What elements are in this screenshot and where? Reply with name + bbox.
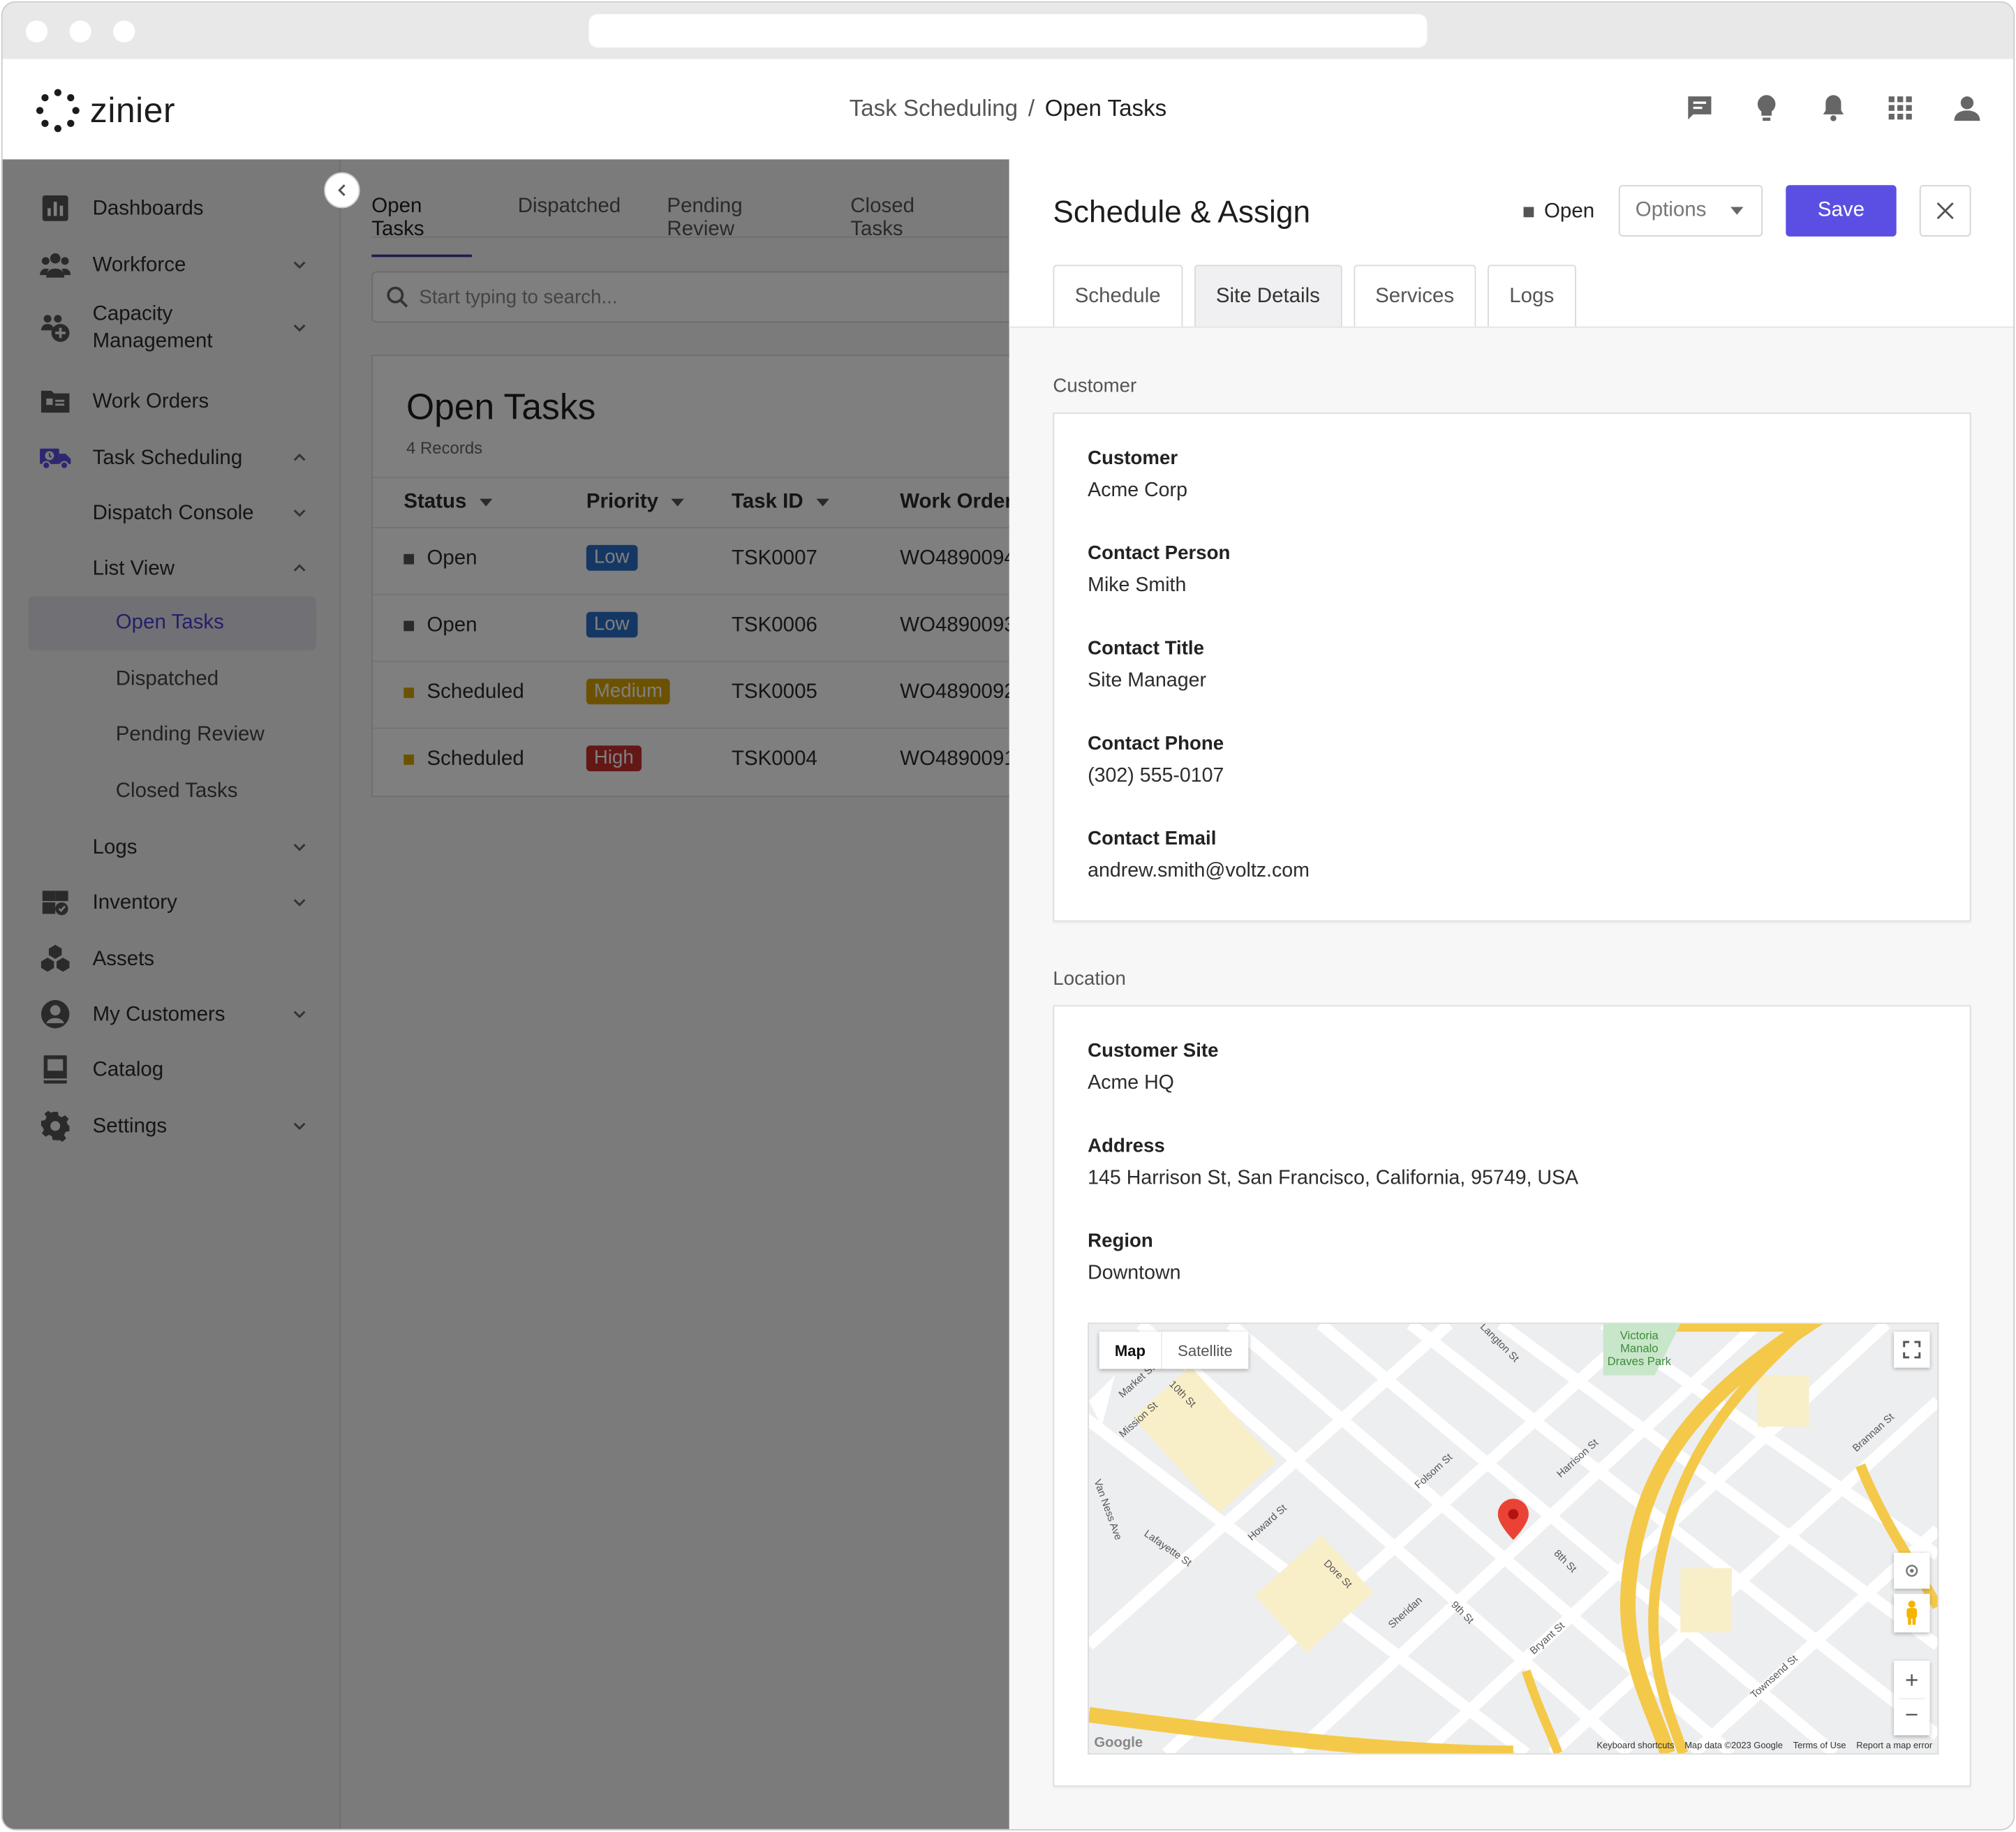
- customer-field: Customer Acme Corp: [1088, 447, 1187, 502]
- save-button[interactable]: Save: [1786, 185, 1897, 237]
- pegman-icon: [1906, 1600, 1918, 1625]
- schedule-assign-panel: Schedule & Assign Open Options Save Sche…: [1009, 159, 2014, 1829]
- apps-grid-icon[interactable]: [1885, 93, 1915, 124]
- location-section-label: Location: [1053, 967, 1126, 990]
- browser-chrome: [2, 2, 2014, 59]
- field-value: (302) 555-0107: [1088, 764, 1224, 787]
- report-error-link[interactable]: Report a map error: [1856, 1742, 1932, 1751]
- map-view-button[interactable]: Map: [1099, 1332, 1161, 1369]
- modal-backdrop[interactable]: [2, 159, 1009, 1829]
- window-close-dot[interactable]: [25, 20, 48, 43]
- breadcrumb-separator: /: [1028, 95, 1035, 121]
- zoom-controls: + −: [1893, 1660, 1930, 1736]
- tab-schedule[interactable]: Schedule: [1053, 265, 1183, 327]
- tab-logs[interactable]: Logs: [1487, 265, 1576, 327]
- customer-card: Customer Acme Corp Contact Person Mike Smi…: [1053, 412, 1971, 922]
- contact-email-field: Contact Email andrew.smith@voltz.com: [1088, 828, 1310, 883]
- map-pin-icon[interactable]: [1497, 1498, 1529, 1540]
- browser-window: zinier Task Scheduling/Open Tasks Dashbo…: [2, 2, 2014, 1829]
- contact-person-field: Contact Person Mike Smith: [1088, 542, 1230, 597]
- options-label: Options: [1635, 199, 1707, 221]
- field-label: Contact Person: [1088, 542, 1231, 565]
- location-map[interactable]: Victoria Manalo Draves Park Mission St H…: [1088, 1323, 1939, 1755]
- field-label: Contact Email: [1088, 828, 1217, 850]
- fullscreen-icon: [1903, 1341, 1921, 1359]
- field-value: Acme HQ: [1088, 1072, 1174, 1094]
- field-label: Customer Site: [1088, 1040, 1219, 1062]
- sidebar-collapse-button[interactable]: [324, 172, 360, 209]
- user-icon[interactable]: [1952, 93, 1982, 124]
- options-dropdown[interactable]: Options: [1618, 185, 1763, 237]
- close-icon: [1936, 202, 1954, 220]
- panel-header: Schedule & Assign Open Options Save Sche…: [1009, 159, 2014, 328]
- field-value: andrew.smith@voltz.com: [1088, 860, 1310, 882]
- bell-icon[interactable]: [1818, 93, 1848, 124]
- field-value: 145 Harrison St, San Francisco, Californ…: [1088, 1167, 1579, 1189]
- address-field: Address 145 Harrison St, San Francisco, C…: [1088, 1135, 1578, 1190]
- contact-title-field: Contact Title Site Manager: [1088, 638, 1206, 693]
- breadcrumb-parent[interactable]: Task Scheduling: [850, 95, 1018, 121]
- status-label: Open: [1544, 200, 1595, 223]
- tab-services[interactable]: Services: [1353, 265, 1476, 327]
- contact-phone-field: Contact Phone (302) 555-0107: [1088, 733, 1224, 788]
- map-park-label: Victoria Manalo Draves Park: [1607, 1329, 1671, 1368]
- chat-icon[interactable]: [1684, 93, 1715, 124]
- region-field: Region Downtown: [1088, 1230, 1180, 1286]
- map-data-credit: Map data ©2023 Google: [1684, 1741, 1783, 1751]
- location-target-icon: [1906, 1565, 1918, 1577]
- app-header: zinier Task Scheduling / Open Tasks: [2, 59, 2014, 161]
- satellite-view-button[interactable]: Satellite: [1161, 1332, 1248, 1369]
- field-value: Site Manager: [1088, 669, 1206, 692]
- fullscreen-button[interactable]: [1893, 1332, 1930, 1368]
- breadcrumb-current: Open Tasks: [1044, 95, 1167, 121]
- customer-site-field: Customer Site Acme HQ: [1088, 1040, 1218, 1095]
- field-value: Mike Smith: [1088, 574, 1187, 597]
- map-type-toggle: Map Satellite: [1099, 1332, 1248, 1369]
- field-value: Acme Corp: [1088, 479, 1187, 502]
- field-label: Address: [1088, 1135, 1165, 1157]
- address-bar[interactable]: [588, 14, 1428, 48]
- keyboard-shortcuts-link[interactable]: Keyboard shortcuts: [1596, 1742, 1674, 1751]
- field-label: Contact Title: [1088, 637, 1204, 660]
- my-location-button[interactable]: [1893, 1552, 1930, 1589]
- zoom-out-button[interactable]: −: [1899, 1697, 1925, 1734]
- location-card: Customer Site Acme HQ Address 145 Harrison…: [1053, 1005, 1971, 1787]
- lightbulb-icon[interactable]: [1751, 93, 1782, 124]
- terms-link[interactable]: Terms of Use: [1793, 1742, 1846, 1751]
- field-value: Downtown: [1088, 1262, 1181, 1284]
- field-label: Customer: [1088, 447, 1178, 470]
- panel-title: Schedule & Assign: [1053, 195, 1311, 230]
- customer-section-label: Customer: [1053, 375, 1137, 398]
- panel-tabs: Schedule Site Details Services Logs: [1053, 265, 1576, 327]
- status-dot: [1523, 207, 1534, 218]
- zoom-in-button[interactable]: +: [1905, 1662, 1918, 1698]
- field-label: Region: [1088, 1230, 1153, 1252]
- field-label: Contact Phone: [1088, 732, 1224, 755]
- status-indicator: Open: [1523, 200, 1595, 223]
- chevron-left-icon: [338, 184, 346, 196]
- map-footer: Keyboard shortcuts Map data ©2023 Google…: [1596, 1742, 1932, 1751]
- tab-site-details[interactable]: Site Details: [1194, 265, 1342, 327]
- close-button[interactable]: [1919, 185, 1971, 237]
- chevron-down-icon: [1730, 207, 1744, 215]
- google-logo: Google: [1094, 1735, 1143, 1751]
- window-maximize-dot[interactable]: [113, 20, 135, 43]
- street-view-button[interactable]: [1893, 1593, 1930, 1633]
- window-minimize-dot[interactable]: [69, 20, 91, 43]
